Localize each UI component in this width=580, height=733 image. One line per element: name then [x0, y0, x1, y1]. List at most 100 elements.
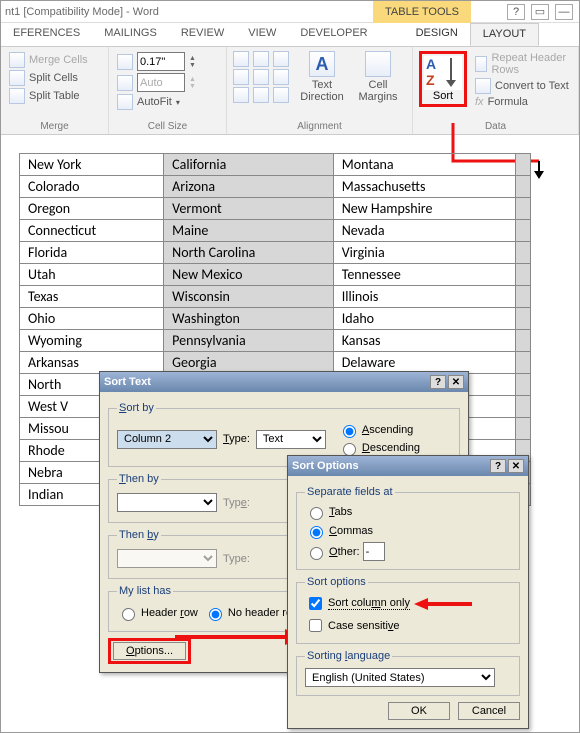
table-row[interactable]: ColoradoArizonaMassachusetts [20, 176, 531, 198]
table-cell[interactable]: Tennessee [333, 264, 515, 286]
convert-to-text-button[interactable]: Convert to Text [473, 77, 572, 95]
table-cell[interactable]: Kansas [333, 330, 515, 352]
help-icon[interactable]: ? [507, 4, 525, 20]
table-cell[interactable]: Washington [164, 308, 334, 330]
case-sensitive-checkbox[interactable]: Case sensitive [305, 616, 511, 635]
ok-button[interactable]: OK [388, 702, 450, 720]
options-button[interactable]: Options... [113, 642, 186, 660]
table-cell[interactable]: Nevada [333, 220, 515, 242]
commas-radio[interactable]: Commas [305, 523, 511, 539]
split-table-button[interactable]: Split Table [7, 87, 102, 105]
sort-by-select[interactable]: Column 2 [117, 430, 217, 449]
then-by-label-1: Then by [117, 473, 161, 485]
close-dialog-icon[interactable]: ✕ [448, 375, 464, 389]
alignment-grid[interactable] [233, 51, 291, 103]
other-input[interactable] [363, 542, 385, 561]
options-button-highlight: Options... [108, 638, 191, 664]
table-cell[interactable]: Oregon [20, 198, 164, 220]
table-cell[interactable]: Virginia [333, 242, 515, 264]
list-has-label: My list has [117, 585, 173, 597]
table-cell[interactable]: Connecticut [20, 220, 164, 242]
cancel-button[interactable]: Cancel [458, 702, 520, 720]
no-header-row-radio[interactable]: No header row [204, 605, 300, 621]
tabs-radio[interactable]: Tabs [305, 504, 511, 520]
row-end-marker [516, 154, 531, 176]
tab-references[interactable]: EFERENCES [1, 23, 92, 46]
table-cell[interactable]: New York [20, 154, 164, 176]
table-cell[interactable]: North Carolina [164, 242, 334, 264]
repeat-header-button[interactable]: Repeat Header Rows [473, 51, 572, 77]
merge-cells-button[interactable]: Merge Cells [7, 51, 102, 69]
group-merge: Merge Cells Split Cells Split Table Merg… [1, 47, 109, 134]
row-end-marker [516, 330, 531, 352]
tab-layout[interactable]: LAYOUT [470, 23, 539, 46]
table-cell[interactable]: California [164, 154, 334, 176]
table-cell[interactable]: Texas [20, 286, 164, 308]
table-cell[interactable]: New Hampshire [333, 198, 515, 220]
group-alignment-label: Alignment [233, 119, 406, 132]
table-cell[interactable]: New Mexico [164, 264, 334, 286]
table-row[interactable]: FloridaNorth CarolinaVirginia [20, 242, 531, 264]
sort-button[interactable]: AZ Sort [419, 51, 467, 107]
help-dialog-icon[interactable]: ? [430, 375, 446, 389]
annotation-arrow-3 [414, 596, 472, 612]
table-cell[interactable]: Wisconsin [164, 286, 334, 308]
autofit-button[interactable]: AutoFit▾ [115, 93, 220, 111]
cell-margins-icon [365, 51, 391, 77]
table-cell[interactable]: Montana [333, 154, 515, 176]
row-height-field[interactable]: ▲▼ [115, 51, 220, 72]
tab-developer[interactable]: DEVELOPER [288, 23, 379, 46]
table-row[interactable]: OregonVermontNew Hampshire [20, 198, 531, 220]
tab-design[interactable]: DESIGN [404, 23, 470, 46]
tab-view[interactable]: VIEW [236, 23, 288, 46]
table-row[interactable]: UtahNew MexicoTennessee [20, 264, 531, 286]
ribbon: Merge Cells Split Cells Split Table Merg… [1, 47, 579, 135]
row-end-marker [516, 286, 531, 308]
text-direction-button[interactable]: A Text Direction [297, 51, 347, 103]
table-cell[interactable]: Vermont [164, 198, 334, 220]
sorting-language-group: Sorting language English (United States) [296, 650, 520, 696]
then-by-select-1[interactable] [117, 493, 217, 512]
table-cell[interactable]: Florida [20, 242, 164, 264]
col-width-input[interactable] [137, 73, 185, 92]
split-cells-button[interactable]: Split Cells [7, 69, 102, 87]
table-cell[interactable]: Wyoming [20, 330, 164, 352]
header-row-radio[interactable]: Header row [117, 605, 198, 621]
table-cell[interactable]: Idaho [333, 308, 515, 330]
ribbon-display-icon[interactable]: ▭ [531, 4, 549, 20]
type-select[interactable]: Text [256, 430, 326, 449]
table-cell[interactable]: Pennsylvania [164, 330, 334, 352]
table-row[interactable]: New YorkCaliforniaMontana [20, 154, 531, 176]
tab-review[interactable]: REVIEW [169, 23, 236, 46]
ascending-radio[interactable]: Ascending [338, 422, 420, 438]
table-cell[interactable]: Arizona [164, 176, 334, 198]
row-height-input[interactable] [137, 52, 185, 71]
table-cell[interactable]: Ohio [20, 308, 164, 330]
table-cell[interactable]: Maine [164, 220, 334, 242]
table-row[interactable]: TexasWisconsinIllinois [20, 286, 531, 308]
other-radio[interactable]: Other: [305, 542, 511, 561]
descending-radio[interactable]: Descending [338, 440, 420, 456]
cell-margins-button[interactable]: Cell Margins [353, 51, 403, 103]
col-width-icon [117, 75, 133, 91]
then-by-select-2[interactable] [117, 549, 217, 568]
table-cell[interactable]: Massachusetts [333, 176, 515, 198]
col-width-field[interactable]: ▲▼ [115, 72, 220, 93]
table-row[interactable]: WyomingPennsylvaniaKansas [20, 330, 531, 352]
table-row[interactable]: OhioWashingtonIdaho [20, 308, 531, 330]
table-cell[interactable]: Colorado [20, 176, 164, 198]
close-dialog-icon-2[interactable]: ✕ [508, 459, 524, 473]
formula-button[interactable]: fx Formula [473, 95, 572, 109]
table-cell[interactable]: Illinois [333, 286, 515, 308]
tab-mailings[interactable]: MAILINGS [92, 23, 169, 46]
sort-text-titlebar[interactable]: Sort Text ? ✕ [100, 372, 468, 392]
language-select[interactable]: English (United States) [305, 668, 495, 687]
table-row[interactable]: ConnecticutMaineNevada [20, 220, 531, 242]
row-height-icon [117, 54, 133, 70]
table-cell[interactable]: Utah [20, 264, 164, 286]
sort-options-titlebar[interactable]: Sort Options ? ✕ [288, 456, 528, 476]
row-end-marker [516, 264, 531, 286]
help-dialog-icon-2[interactable]: ? [490, 459, 506, 473]
minimize-icon[interactable]: — [555, 4, 573, 20]
sort-column-only-checkbox[interactable]: Sort column only [305, 594, 410, 613]
